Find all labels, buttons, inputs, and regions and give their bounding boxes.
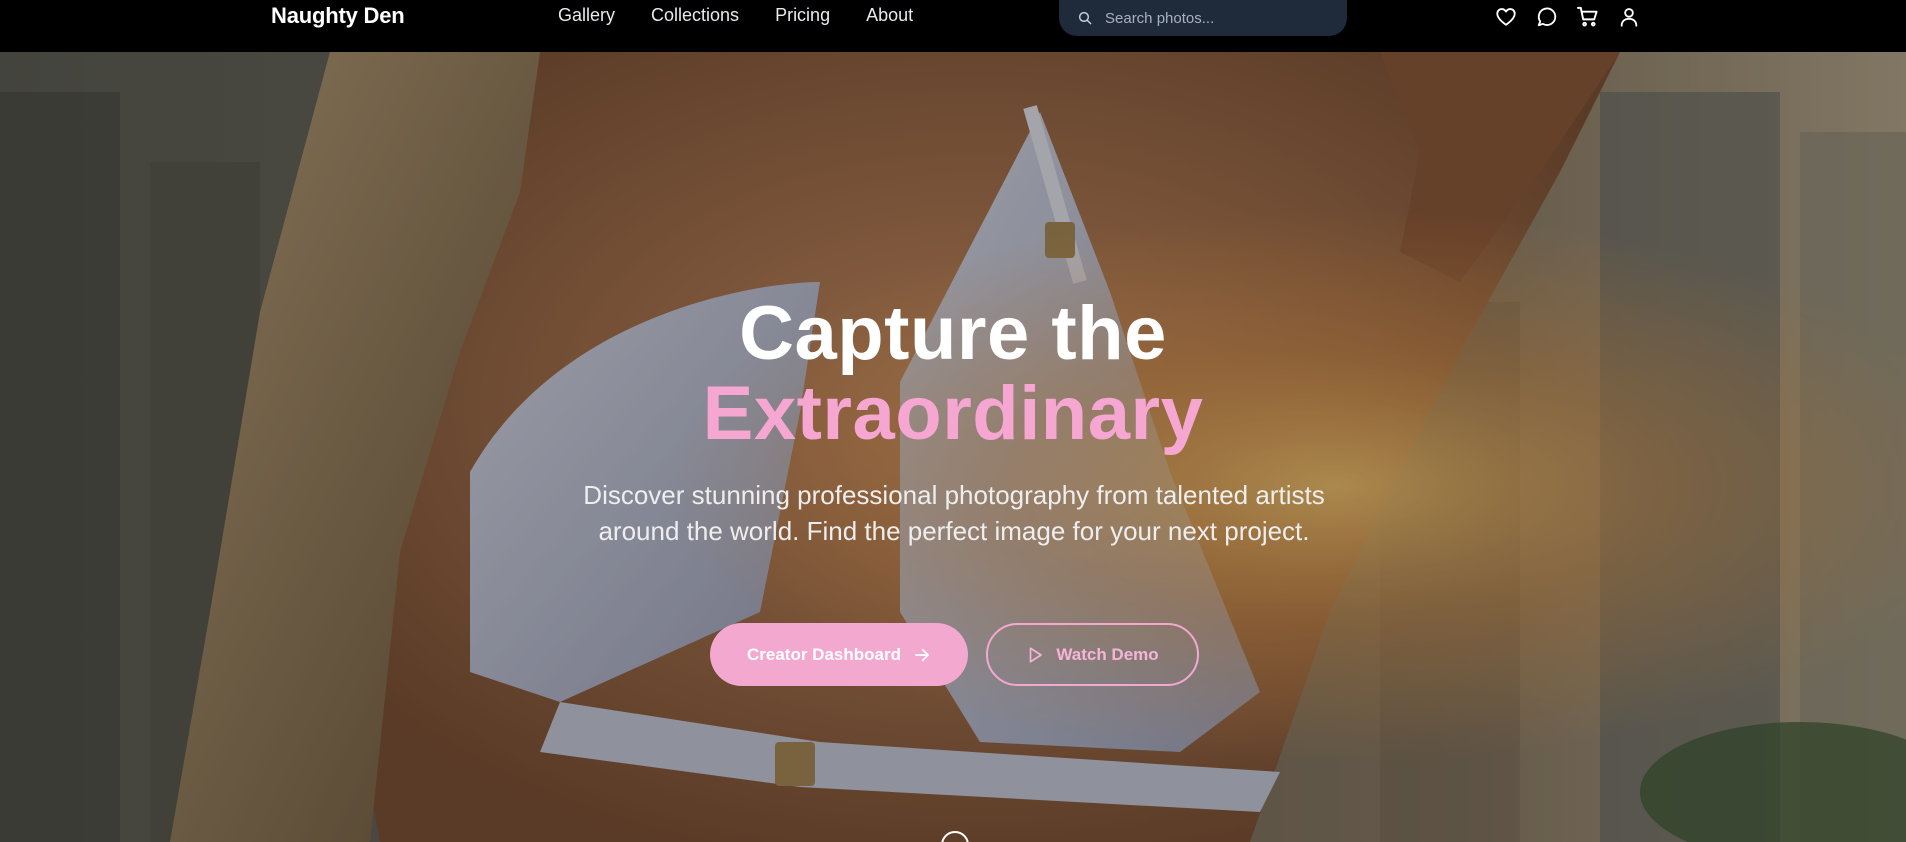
hero-section: Capture the Extraordinary Discover stunn…: [0, 52, 1906, 842]
chat-icon[interactable]: [1535, 5, 1558, 28]
cart-icon[interactable]: [1576, 5, 1599, 28]
main-nav: Gallery Collections Pricing About: [558, 5, 913, 26]
play-icon: [1030, 646, 1043, 663]
nav-link-about[interactable]: About: [866, 5, 913, 26]
nav-link-gallery[interactable]: Gallery: [558, 5, 615, 26]
creator-dashboard-button[interactable]: Creator Dashboard: [710, 623, 968, 686]
user-icon[interactable]: [1617, 5, 1640, 28]
brand-logo[interactable]: Naughty Den: [271, 3, 405, 29]
nav-link-collections[interactable]: Collections: [651, 5, 739, 26]
top-navbar: Naughty Den Gallery Collections Pricing …: [0, 0, 1906, 52]
header-actions: [1494, 5, 1640, 28]
creator-dashboard-label: Creator Dashboard: [747, 644, 901, 664]
arrow-right-icon: [915, 648, 929, 661]
watch-demo-label: Watch Demo: [1056, 644, 1159, 664]
nav-link-pricing[interactable]: Pricing: [775, 5, 830, 26]
hero-subtitle: Discover stunning professional photograp…: [583, 480, 1325, 546]
hero-headline-line1: Capture the: [739, 291, 1167, 376]
search-input[interactable]: [1103, 8, 1333, 28]
search-bar[interactable]: [1059, 0, 1347, 36]
search-icon: [1078, 11, 1092, 25]
hero-headline-line2: Extraordinary: [702, 371, 1204, 456]
heart-icon[interactable]: [1494, 5, 1517, 28]
watch-demo-button[interactable]: Watch Demo: [986, 623, 1199, 686]
